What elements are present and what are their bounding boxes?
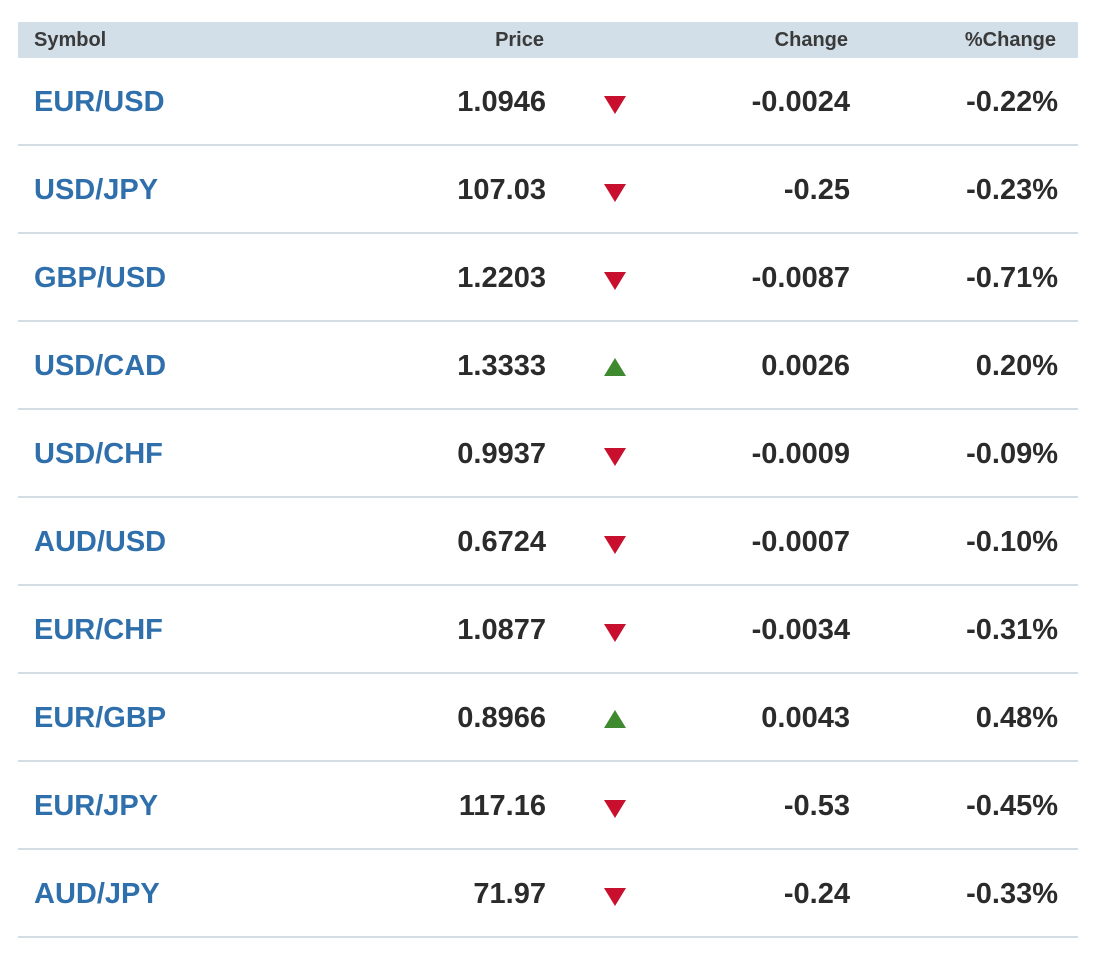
- symbol-link[interactable]: EUR/USD: [34, 58, 165, 146]
- triangle-up-icon: [604, 710, 626, 728]
- change-value: 0.0043: [761, 702, 850, 734]
- pct-change-value: -0.71%: [966, 262, 1058, 294]
- pct-change-value: -0.23%: [966, 174, 1058, 206]
- price-value: 1.2203: [457, 262, 546, 294]
- symbol-link[interactable]: AUD/JPY: [34, 850, 160, 938]
- pct-change-value: 0.20%: [975, 350, 1058, 382]
- table-row[interactable]: USD/CHF 0.9937 -0.0009 -0.09%: [18, 410, 1078, 498]
- price-value: 1.0946: [457, 86, 546, 118]
- column-header-symbol[interactable]: Symbol: [34, 22, 106, 58]
- symbol-link[interactable]: EUR/JPY: [34, 762, 158, 850]
- change-value: -0.0034: [751, 614, 850, 646]
- symbol-link[interactable]: USD/CAD: [34, 322, 166, 410]
- symbol-link[interactable]: EUR/GBP: [34, 674, 166, 762]
- pct-change-value: -0.33%: [966, 878, 1058, 910]
- change-value: -0.0087: [751, 262, 850, 294]
- pct-change-value: -0.45%: [966, 790, 1058, 822]
- change-value: -0.53: [783, 790, 850, 822]
- symbol-link[interactable]: AUD/USD: [34, 498, 166, 586]
- column-header-pct-change[interactable]: %Change: [965, 22, 1056, 58]
- column-header-price[interactable]: Price: [495, 22, 544, 58]
- table-row[interactable]: USD/CAD 1.3333 0.0026 0.20%: [18, 322, 1078, 410]
- symbol-link[interactable]: USD/JPY: [34, 146, 158, 234]
- triangle-down-icon: [604, 272, 626, 290]
- price-value: 0.6724: [457, 526, 546, 558]
- symbol-link[interactable]: EUR/CHF: [34, 586, 163, 674]
- pct-change-value: -0.10%: [966, 526, 1058, 558]
- table-header: Symbol Price Change %Change: [18, 22, 1078, 58]
- change-value: 0.0026: [761, 350, 850, 382]
- triangle-down-icon: [604, 624, 626, 642]
- price-value: 71.97: [473, 878, 546, 910]
- pct-change-value: 0.48%: [975, 702, 1058, 734]
- change-value: -0.24: [783, 878, 850, 910]
- column-header-change[interactable]: Change: [775, 22, 848, 58]
- triangle-down-icon: [604, 536, 626, 554]
- pct-change-value: -0.31%: [966, 614, 1058, 646]
- triangle-down-icon: [604, 448, 626, 466]
- table-row[interactable]: GBP/USD 1.2203 -0.0087 -0.71%: [18, 234, 1078, 322]
- table-row[interactable]: AUD/USD 0.6724 -0.0007 -0.10%: [18, 498, 1078, 586]
- price-value: 107.03: [457, 174, 546, 206]
- table-row[interactable]: EUR/GBP 0.8966 0.0043 0.48%: [18, 674, 1078, 762]
- triangle-up-icon: [604, 358, 626, 376]
- table-row[interactable]: AUD/JPY 71.97 -0.24 -0.33%: [18, 850, 1078, 938]
- change-value: -0.0007: [751, 526, 850, 558]
- change-value: -0.0009: [751, 438, 850, 470]
- symbol-link[interactable]: GBP/USD: [34, 234, 166, 322]
- triangle-down-icon: [604, 888, 626, 906]
- symbol-link[interactable]: USD/CHF: [34, 410, 163, 498]
- table-row[interactable]: EUR/USD 1.0946 -0.0024 -0.22%: [18, 58, 1078, 146]
- price-value: 0.8966: [457, 702, 546, 734]
- table-row[interactable]: USD/JPY 107.03 -0.25 -0.23%: [18, 146, 1078, 234]
- table-row[interactable]: EUR/CHF 1.0877 -0.0034 -0.31%: [18, 586, 1078, 674]
- price-value: 1.0877: [457, 614, 546, 646]
- triangle-down-icon: [604, 184, 626, 202]
- price-value: 117.16: [458, 790, 546, 822]
- table-row[interactable]: EUR/JPY 117.16 -0.53 -0.45%: [18, 762, 1078, 850]
- triangle-down-icon: [604, 800, 626, 818]
- triangle-down-icon: [604, 96, 626, 114]
- change-value: -0.25: [783, 174, 850, 206]
- change-value: -0.0024: [751, 86, 850, 118]
- pct-change-value: -0.09%: [966, 438, 1058, 470]
- fx-quotes-table: Symbol Price Change %Change EUR/USD 1.09…: [18, 22, 1078, 938]
- price-value: 0.9937: [457, 438, 546, 470]
- pct-change-value: -0.22%: [966, 86, 1058, 118]
- price-value: 1.3333: [457, 350, 546, 382]
